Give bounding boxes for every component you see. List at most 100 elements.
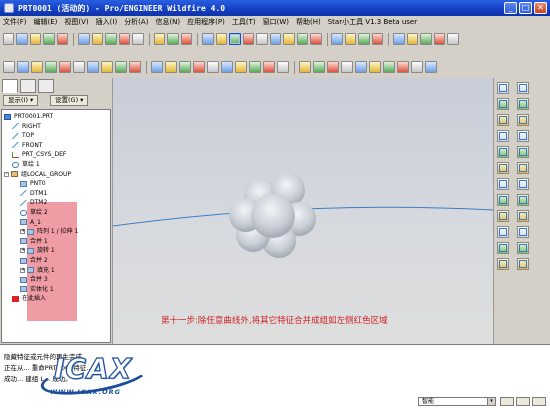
find-icon[interactable] — [167, 33, 179, 45]
datum-axis-icon[interactable] — [406, 33, 419, 45]
datum-point-icon[interactable] — [497, 130, 509, 142]
feature-icon-7[interactable] — [87, 61, 99, 73]
tree-row[interactable]: 合并 2 — [20, 256, 48, 265]
shell-icon[interactable] — [497, 258, 509, 270]
feature-icon-9[interactable] — [115, 61, 127, 73]
menu-info[interactable]: 信息(N) — [155, 17, 180, 27]
feature-icon-11[interactable] — [151, 61, 163, 73]
print-icon[interactable] — [43, 33, 55, 45]
feature-icon-8[interactable] — [101, 61, 113, 73]
feature-icon-15[interactable] — [207, 61, 219, 73]
tree-row[interactable]: TOP — [12, 131, 34, 140]
feature-icon-30[interactable] — [425, 61, 437, 73]
regenerate-icon[interactable] — [153, 33, 166, 45]
feature-icon-6[interactable] — [73, 61, 85, 73]
spin-center-icon[interactable] — [215, 33, 228, 45]
tree-row[interactable]: FRONT — [12, 141, 43, 150]
zoom-out-icon[interactable] — [256, 33, 268, 45]
trim-icon[interactable] — [517, 194, 529, 206]
feature-icon-27[interactable] — [383, 61, 395, 73]
model-tree[interactable]: PRT0001.PRT RIGHT TOP FRONT PRT_CSYS_DEF 草绘 1… — [1, 109, 111, 343]
menu-star-tools[interactable]: Star小工具 V1.3 Beta user — [328, 17, 417, 27]
show-dropdown[interactable]: 显示(I) ▾ — [3, 95, 39, 106]
save-icon[interactable] — [29, 33, 42, 45]
feature-icon-29[interactable] — [411, 61, 423, 73]
status-button-3-icon[interactable] — [532, 397, 546, 406]
feature-icon-19[interactable] — [263, 61, 275, 73]
status-button-1-icon[interactable] — [500, 397, 514, 406]
menu-file[interactable]: 文件(F) — [3, 17, 27, 27]
csys-icon[interactable] — [497, 146, 509, 158]
menu-help[interactable]: 帮助(H) — [296, 17, 321, 27]
close-button[interactable]: ✕ — [534, 2, 547, 14]
tree-row[interactable]: 草绘 2 — [20, 208, 48, 217]
menu-edit[interactable]: 编辑(E) — [34, 17, 58, 27]
tree-row[interactable]: 合并 3 — [20, 275, 48, 284]
hole-icon[interactable] — [497, 242, 509, 254]
tree-row[interactable]: DTM1 — [20, 189, 47, 198]
expand-icon[interactable]: + — [20, 267, 25, 273]
tree-row[interactable]: 在此插入 — [12, 294, 46, 303]
undo-icon[interactable] — [78, 33, 90, 45]
status-button-2-icon[interactable] — [516, 397, 530, 406]
no-hidden-icon[interactable] — [358, 33, 370, 45]
collapse-icon[interactable]: - — [4, 171, 9, 177]
tree-row[interactable]: PNT0 — [20, 179, 46, 188]
layers-icon[interactable] — [310, 33, 322, 45]
settings-dropdown[interactable]: 设置(G) ▾ — [50, 95, 89, 106]
feature-icon-4[interactable] — [45, 61, 57, 73]
tree-row[interactable]: A_1 — [20, 218, 41, 227]
menu-window[interactable]: 窗口(W) — [263, 17, 289, 27]
tree-row[interactable]: RIGHT — [12, 122, 41, 131]
blend-icon[interactable] — [497, 226, 509, 238]
analysis-icon[interactable] — [497, 162, 509, 174]
tree-row[interactable]: + 填充 1 — [20, 266, 55, 275]
saved-views-icon[interactable] — [296, 33, 309, 45]
round-icon[interactable] — [517, 114, 529, 126]
feature-icon-21[interactable] — [299, 61, 311, 73]
feature-icon-2[interactable] — [17, 61, 29, 73]
copy-icon[interactable] — [118, 33, 131, 45]
flower-solid[interactable] — [229, 173, 316, 258]
feature-icon-12[interactable] — [165, 61, 177, 73]
menu-insert[interactable]: 插入(I) — [96, 17, 118, 27]
offset-icon[interactable] — [517, 210, 529, 222]
thicken-icon[interactable] — [517, 226, 529, 238]
hidden-line-icon[interactable] — [344, 33, 357, 45]
feature-icon-10[interactable] — [129, 61, 141, 73]
tree-row[interactable]: 合并 1 — [20, 237, 48, 246]
shading-icon[interactable] — [371, 33, 384, 45]
datum-axis-icon[interactable] — [497, 98, 509, 110]
feature-icon-23[interactable] — [327, 61, 339, 73]
tree-row[interactable]: 草绘 1 — [12, 160, 40, 169]
redo-icon[interactable] — [91, 33, 104, 45]
feature-icon-17[interactable] — [235, 61, 247, 73]
orient-icon[interactable] — [229, 33, 241, 45]
zoom-in-icon[interactable] — [242, 33, 255, 45]
feature-icon-22[interactable] — [313, 61, 325, 73]
sweep-icon[interactable] — [497, 210, 509, 222]
mirror-icon[interactable] — [517, 162, 529, 174]
csys-icon[interactable] — [433, 33, 446, 45]
merge-icon[interactable] — [517, 178, 529, 190]
refit-icon[interactable] — [269, 33, 282, 45]
annotation-icon[interactable] — [447, 33, 459, 45]
new-icon[interactable] — [3, 33, 15, 45]
rib-icon[interactable] — [517, 82, 529, 94]
tree-row[interactable]: PRT_CSYS_DEF — [12, 150, 66, 159]
extrude-icon[interactable] — [497, 178, 509, 190]
feature-icon-5[interactable] — [59, 61, 71, 73]
feature-icon-18[interactable] — [249, 61, 261, 73]
open-icon[interactable] — [16, 33, 28, 45]
reorient-icon[interactable] — [283, 33, 295, 45]
email-icon[interactable] — [56, 33, 69, 45]
feature-icon-24[interactable] — [341, 61, 353, 73]
feature-icon-16[interactable] — [221, 61, 233, 73]
feature-icon-28[interactable] — [397, 61, 409, 73]
minimize-button[interactable]: _ — [504, 2, 517, 14]
menu-view[interactable]: 视图(V) — [64, 17, 88, 27]
tree-row[interactable]: DTM2 — [20, 198, 47, 207]
select-icon[interactable] — [180, 33, 193, 45]
cut-icon[interactable] — [105, 33, 117, 45]
feature-icon-1[interactable] — [3, 61, 15, 73]
